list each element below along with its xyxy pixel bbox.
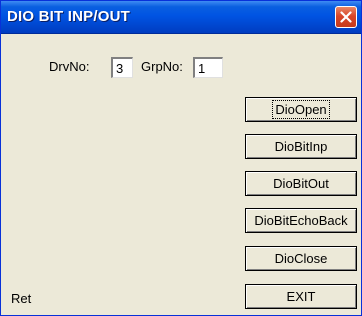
- dio-bit-echo-back-label: DioBitEchoBack: [254, 213, 348, 228]
- drvno-input[interactable]: 3: [111, 57, 133, 78]
- close-button[interactable]: [335, 6, 357, 28]
- grpno-value: 1: [198, 61, 206, 76]
- dio-close-label: DioClose: [274, 251, 328, 266]
- dio-bit-inp-button[interactable]: DioBitInp: [245, 134, 357, 159]
- grpno-label: GrpNo:: [141, 59, 183, 74]
- dio-open-label: DioOpen: [272, 100, 330, 119]
- drvno-label: DrvNo:: [49, 59, 90, 74]
- ret-label: Ret: [11, 291, 32, 306]
- dio-open-button[interactable]: DioOpen: [245, 97, 357, 122]
- window-title: DIO BIT INP/OUT: [7, 8, 130, 25]
- exit-button[interactable]: EXIT: [245, 284, 357, 309]
- dialog-window: DIO BIT INP/OUT DrvNo: 3 GrpNo: 1 DioOpe…: [0, 0, 362, 316]
- exit-label: EXIT: [286, 289, 316, 304]
- title-bar[interactable]: DIO BIT INP/OUT: [1, 1, 361, 34]
- close-icon: [340, 11, 352, 23]
- dio-close-button[interactable]: DioClose: [245, 246, 357, 271]
- dio-bit-out-label: DioBitOut: [273, 176, 329, 191]
- grpno-input[interactable]: 1: [193, 57, 223, 78]
- dio-bit-out-button[interactable]: DioBitOut: [245, 171, 357, 196]
- dio-bit-inp-label: DioBitInp: [274, 139, 328, 154]
- drvno-value: 3: [116, 61, 124, 76]
- dio-bit-echo-back-button[interactable]: DioBitEchoBack: [245, 208, 357, 233]
